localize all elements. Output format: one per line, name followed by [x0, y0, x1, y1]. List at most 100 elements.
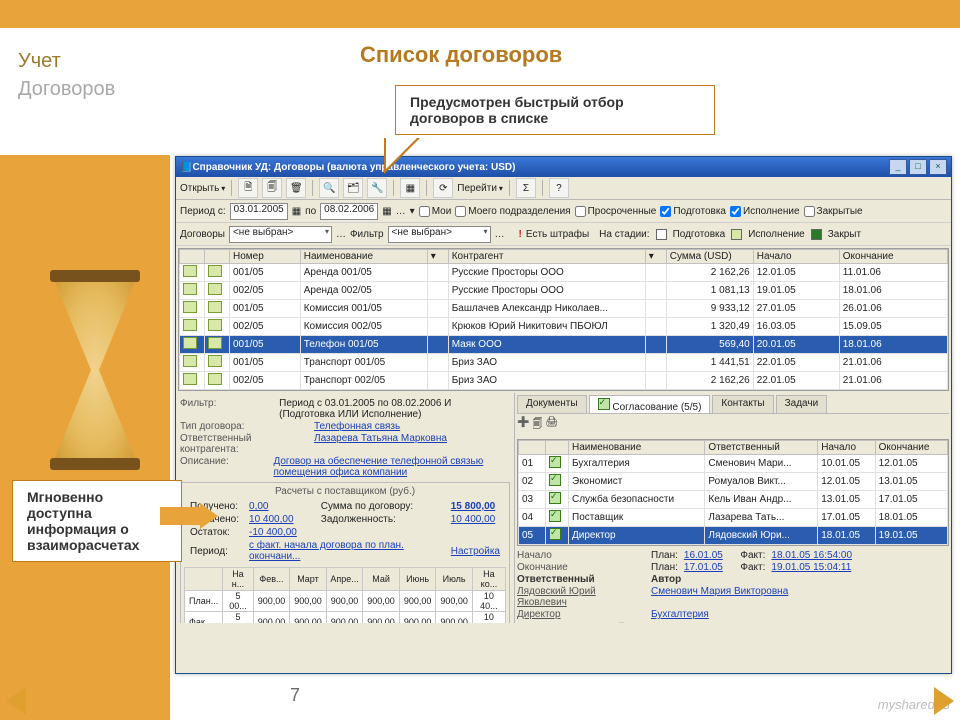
table-row[interactable]: 001/05Комиссия 001/05Башлачев Александр … — [180, 300, 948, 318]
tab-approval[interactable]: Согласование (5/5) — [589, 395, 711, 413]
legend-prep-icon — [656, 229, 667, 240]
brand-line-2: Договоров — [18, 78, 115, 101]
sigma-icon[interactable]: Σ — [516, 178, 536, 198]
contracts-grid[interactable]: Номер Наименование ▾ Контрагент ▾ Сумма … — [178, 248, 949, 391]
hourglass-image — [20, 270, 170, 470]
approval-row[interactable]: 03Служба безопасностиКель Иван Андр...13… — [519, 491, 948, 509]
sub-btn-1[interactable]: ➕ — [517, 417, 529, 434]
contracts-label: Договоры — [180, 229, 225, 240]
recv-link[interactable]: 0,00 — [245, 501, 315, 512]
tb-icon-1[interactable]: 🗎 — [238, 178, 258, 198]
tune-link[interactable]: Настройка — [451, 546, 500, 557]
rest-link[interactable]: -10 400,00 — [245, 527, 315, 538]
contracts-select[interactable]: <не выбран> — [229, 226, 332, 243]
window-titlebar: 📘 Справочник УД: Договоры (валюта управл… — [176, 157, 951, 177]
table-row[interactable]: 002/05Комиссия 002/05Крюков Юрий Никитов… — [180, 318, 948, 336]
col-end: Окончание — [839, 250, 947, 264]
tb-icon-3[interactable]: 🗑 — [286, 178, 306, 198]
tb-icon-4[interactable]: 🔍 — [319, 178, 339, 198]
pl-end-plan[interactable]: 17.01.05 — [684, 562, 723, 573]
approval-row[interactable]: 05ДиректорЛядовский Юри...18.01.0519.01.… — [519, 527, 948, 545]
dl-desc-link[interactable]: Договор на обеспечение телефонной связью… — [273, 456, 510, 478]
table-row[interactable]: 001/05Транспорт 001/05Бриз ЗАО1 441,5122… — [180, 354, 948, 372]
chk-dept[interactable]: Моего подразделения — [455, 206, 570, 217]
period-to-cal-icon[interactable]: ▦ — [382, 206, 391, 217]
table-row[interactable]: 001/05Аренда 001/05Русские Просторы ООО2… — [180, 264, 948, 282]
slide-top-bar — [0, 0, 960, 28]
pl-dir-link[interactable]: Директор — [517, 609, 645, 620]
pl-end-fact[interactable]: 19.01.05 15:04:11 — [771, 562, 851, 573]
paid-link[interactable]: 10 400,00 — [245, 514, 315, 525]
pl-note: Рассмотрение условий договора директором… — [517, 622, 949, 623]
pl-resp-link[interactable]: Лядовский Юрий Яковлевич — [517, 586, 645, 608]
brand-line-1: Учет — [18, 50, 61, 73]
tab-contacts[interactable]: Контакты — [712, 395, 773, 413]
window-title: Справочник УД: Договоры (валюта управлен… — [192, 162, 887, 173]
table-row[interactable]: 002/05Транспорт 002/05Бриз ЗАО2 162,2622… — [180, 372, 948, 390]
table-row[interactable]: 002/05Аренда 002/05Русские Просторы ООО1… — [180, 282, 948, 300]
sumc-link[interactable]: 15 800,00 — [447, 501, 504, 512]
approval-row[interactable]: 04ПоставщикЛазарева Тать...17.01.0518.01… — [519, 509, 948, 527]
app-window: 📘 Справочник УД: Договоры (валюта управл… — [175, 156, 952, 674]
page-number: 7 — [290, 685, 300, 706]
tb-icon-6[interactable]: 🔧 — [367, 178, 387, 198]
refresh-icon[interactable]: ⟳ — [433, 178, 453, 198]
calc-period-link[interactable]: с факт. начала договора по план. окончан… — [245, 540, 445, 562]
period-more-button[interactable]: … — [396, 206, 406, 217]
dl-type-link[interactable]: Телефонная связь — [314, 421, 400, 432]
settlement-title: Расчеты с поставщиком (руб.) — [184, 486, 506, 497]
period-from-input[interactable]: 03.01.2005 — [230, 203, 288, 220]
callout-filter: Предусмотрен быстрый отбор договоров в с… — [395, 85, 715, 135]
period-to-label: по — [305, 206, 316, 217]
tab-tasks[interactable]: Задачи — [776, 395, 828, 413]
chk-prep[interactable]: Подготовка — [660, 206, 726, 217]
months-grid[interactable]: На н...Фев...МартАпре...МайИюньИюльНа ко… — [184, 567, 506, 623]
legend-closed-icon — [811, 229, 822, 240]
filter-label: Фильтр — [350, 229, 384, 240]
period-from-cal-icon[interactable]: ▦ — [292, 206, 301, 217]
approval-grid[interactable]: Наименование Ответственный Начало Оконча… — [517, 439, 949, 546]
chk-overdue[interactable]: Просроченные — [575, 206, 657, 217]
debt-link[interactable]: 10 400,00 — [447, 514, 504, 525]
chk-closed[interactable]: Закрытые — [804, 206, 863, 217]
tabs: Документы Согласование (5/5) Контакты За… — [517, 395, 949, 414]
pl-buh-link[interactable]: Бухгалтерия — [651, 609, 709, 620]
sub-btn-2[interactable]: 🗐 — [532, 417, 542, 434]
window-minimize-button[interactable]: _ — [889, 159, 907, 175]
detail-panel-left: Фильтр:Период с 03.01.2005 по 08.02.2006… — [176, 393, 515, 623]
pl-start-label: Начало — [517, 550, 645, 561]
pl-auth-link[interactable]: Сменович Мария Викторовна — [651, 586, 788, 608]
period-clear-button[interactable]: ▾ — [410, 206, 415, 217]
table-row[interactable]: 001/05Телефон 001/05Маяк ООО569,4020.01.… — [180, 336, 948, 354]
goto-menu[interactable]: Перейти — [457, 183, 503, 194]
sub-btn-3[interactable]: 🖨 — [545, 417, 558, 434]
chk-exec[interactable]: Исполнение — [730, 206, 800, 217]
open-menu[interactable]: Открыть — [180, 183, 225, 194]
period-to-input[interactable]: 08.02.2006 — [320, 203, 378, 220]
window-maximize-button[interactable]: □ — [909, 159, 927, 175]
approval-row[interactable]: 01БухгалтерияСменович Мари...10.01.0512.… — [519, 455, 948, 473]
col-num: Номер — [230, 250, 301, 264]
next-slide-button[interactable] — [934, 687, 954, 715]
tb-icon-5[interactable]: 🗂 — [343, 178, 363, 198]
filter-select[interactable]: <не выбран> — [388, 226, 491, 243]
pl-start-fact[interactable]: 18.01.05 16:54:00 — [771, 550, 852, 561]
contracts-pick-button[interactable]: … — [336, 229, 346, 240]
pl-start-plan[interactable]: 16.01.05 — [684, 550, 723, 561]
detail-panel-right: Документы Согласование (5/5) Контакты За… — [515, 393, 951, 623]
chk-mine[interactable]: Мои — [419, 206, 452, 217]
filter-row-2: Договоры <не выбран> … Фильтр <не выбран… — [176, 223, 951, 246]
app-icon: 📘 — [180, 162, 192, 173]
dl-resp-link[interactable]: Лазарева Татьяна Марковна — [314, 433, 447, 455]
pl-auth-hd: Автор — [651, 574, 681, 585]
col-cp: Контрагент — [448, 250, 645, 264]
approval-row[interactable]: 02ЭкономистРомуалов Викт...12.01.0513.01… — [519, 473, 948, 491]
help-icon[interactable]: ? — [549, 178, 569, 198]
filter-pick-button[interactable]: … — [495, 229, 505, 240]
tb-icon-7[interactable]: ▦ — [400, 178, 420, 198]
tb-icon-2[interactable]: 🗐 — [262, 178, 282, 198]
penalty-warning-icon: ! — [519, 229, 522, 240]
prev-slide-button[interactable] — [6, 687, 26, 715]
window-close-button[interactable]: × — [929, 159, 947, 175]
tab-documents[interactable]: Документы — [517, 395, 587, 413]
